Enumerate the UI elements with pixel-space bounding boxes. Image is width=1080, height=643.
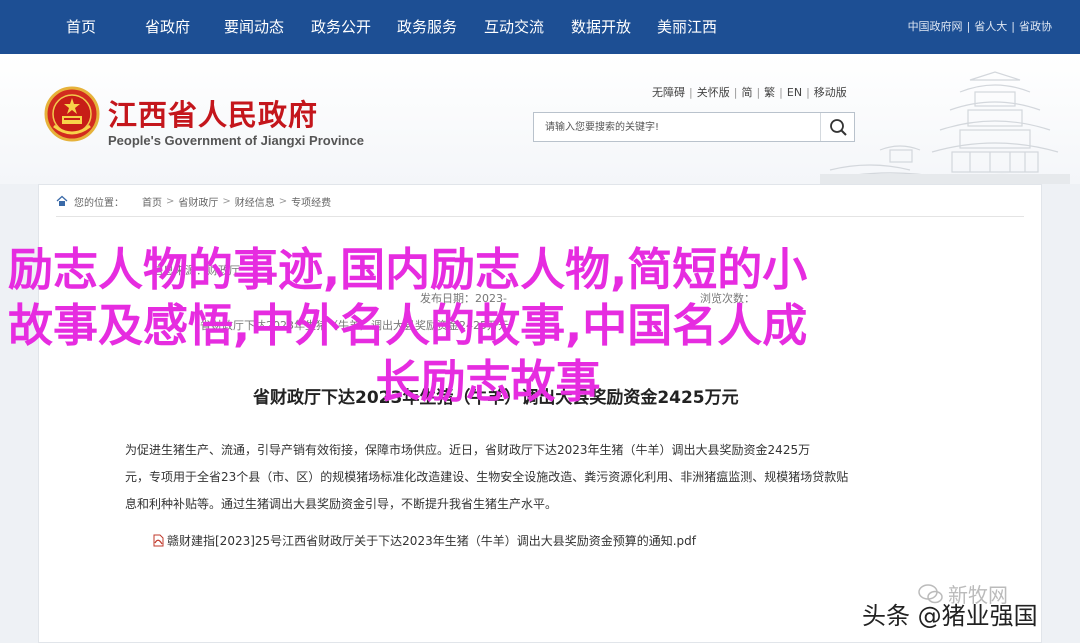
link-simplified[interactable]: 简 (741, 86, 752, 99)
separator: | (779, 86, 783, 99)
top-links: 中国政府网 | 省人大 | 省政协 (908, 0, 1052, 54)
breadcrumb-label: 您的位置： (74, 197, 124, 209)
attachment-link[interactable]: 赣财建指[2023]25号江西省财政厅关于下达2023年生猪（牛羊）调出大县奖励… (152, 532, 696, 549)
separator: | (756, 86, 761, 99)
pdf-icon (153, 534, 164, 547)
nav-item-gov-affairs-open[interactable]: 政务公开 (311, 0, 371, 54)
link-traditional[interactable]: 繁 (764, 86, 775, 99)
breadcrumb-special-funds[interactable]: 专项经费 (291, 194, 331, 209)
pavilion-illustration (820, 71, 1070, 184)
nav-item-news[interactable]: 要闻动态 (224, 0, 284, 54)
nav-item-province-gov[interactable]: 省政府 (145, 0, 190, 54)
attachment-filename: 赣财建指[2023]25号江西省财政厅关于下达2023年生猪（牛羊）调出大县奖励… (167, 534, 696, 548)
breadcrumb-home[interactable]: 首页 (142, 194, 162, 209)
search-input[interactable] (534, 113, 820, 141)
home-icon (56, 195, 68, 206)
separator: | (733, 86, 738, 99)
national-emblem-icon (44, 86, 100, 142)
site-title[interactable]: 江西省人民政府 (108, 92, 318, 134)
nav-item-home[interactable]: 首页 (66, 0, 96, 54)
breadcrumb-divider (56, 216, 1024, 217)
nav-item-open-data[interactable]: 数据开放 (571, 0, 631, 54)
link-cppcc[interactable]: 省政协 (1019, 20, 1052, 33)
meta-date: 发布日期：2023- (420, 292, 507, 305)
breadcrumb-separator: > (222, 195, 231, 207)
separator: | (1011, 20, 1015, 33)
top-nav: 首页 省政府 要闻动态 政务公开 政务服务 互动交流 数据开放 美丽江西 中国政… (0, 0, 1080, 54)
breadcrumb-separator: > (166, 195, 175, 207)
site-subtitle: People's Government of Jiangxi Province (108, 133, 364, 148)
breadcrumb-finance-dept[interactable]: 省财政厅 (178, 194, 218, 209)
link-care-version[interactable]: 关怀版 (697, 86, 730, 99)
breadcrumb-separator: > (278, 195, 288, 207)
nav-item-interaction[interactable]: 互动交流 (484, 0, 544, 54)
article-paragraph-line: 息和利种补贴等。通过生猪调出大县奖励资金引导，不断提升我省生猪生产水平。 (125, 497, 558, 511)
content-panel (38, 184, 1042, 643)
meta-title: 省财政厅下达2023年生猪（牛羊）调出大县奖励资金2425万元 (200, 319, 509, 332)
separator: | (966, 20, 971, 33)
link-english[interactable]: EN (787, 86, 802, 99)
article-title: 省财政厅下达2023年生猪（牛羊）调出大县奖励资金2425万元 (253, 388, 739, 408)
watermark-source: 头条 @猪业强国 (862, 602, 1038, 630)
breadcrumb: 您的位置： 首页 > 省财政厅 > 财经信息 > 专项经费 (56, 194, 331, 209)
link-npc[interactable]: 省人大 (974, 20, 1007, 33)
nav-item-beautiful-jiangxi[interactable]: 美丽江西 (657, 0, 717, 54)
meta-views: 浏览次数： (700, 292, 755, 305)
link-china-gov[interactable]: 中国政府网 (908, 20, 963, 33)
link-accessibility[interactable]: 无障碍 (652, 86, 685, 99)
search-box (533, 112, 855, 142)
separator: | (689, 86, 693, 99)
nav-item-gov-services[interactable]: 政务服务 (397, 0, 457, 54)
breadcrumb-finance-info[interactable]: 财经信息 (235, 194, 275, 209)
utility-links: 无障碍 | 关怀版 | 简 | 繁 | EN | 移动版 (652, 84, 847, 100)
article-paragraph-line: 为促进生猪生产、流通，引导产销有效衔接，保障市场供应。近日，省财政厅下达2023… (125, 443, 811, 457)
article-paragraph-line: 元，专项用于全省23个县（市、区）的规模猪场标准化改造建设、生物安全设施改造、粪… (125, 470, 849, 484)
separator: | (806, 86, 810, 99)
meta-source: 信息来源：财政厅 (152, 264, 240, 277)
